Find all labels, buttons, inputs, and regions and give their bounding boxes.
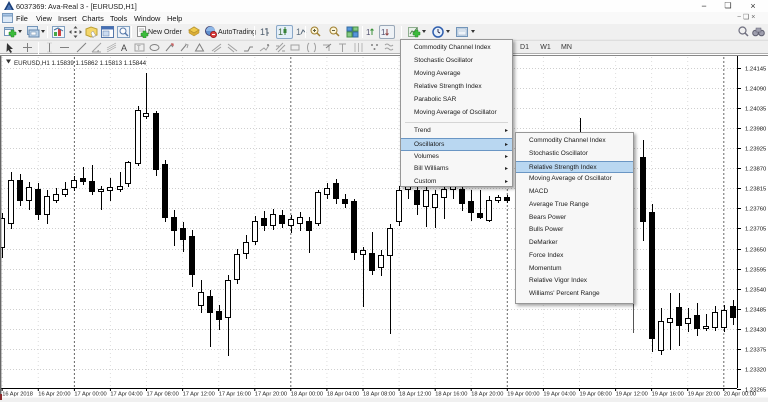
svg-text:1.23815: 1.23815 bbox=[745, 187, 767, 193]
svg-text:17 Apr 04:00: 17 Apr 04:00 bbox=[110, 391, 142, 397]
svg-text:18 Apr 04:00: 18 Apr 04:00 bbox=[327, 391, 359, 397]
svg-text:19 Apr 20:00: 19 Apr 20:00 bbox=[688, 391, 720, 397]
svg-text:1.23760: 1.23760 bbox=[745, 207, 767, 213]
svg-text:1.23705: 1.23705 bbox=[745, 227, 767, 233]
svg-text:1.23595: 1.23595 bbox=[745, 268, 767, 274]
svg-text:20 Apr 00:00: 20 Apr 00:00 bbox=[724, 391, 756, 397]
svg-text:17 Apr 00:00: 17 Apr 00:00 bbox=[74, 391, 106, 397]
svg-text:1.23870: 1.23870 bbox=[745, 167, 767, 173]
svg-text:T: T bbox=[137, 46, 141, 52]
svg-text:1: 1 bbox=[278, 27, 283, 37]
svg-text:19 Apr 04:00: 19 Apr 04:00 bbox=[543, 391, 575, 397]
svg-text:1.24035: 1.24035 bbox=[745, 107, 767, 113]
svg-text:1: 1 bbox=[366, 28, 371, 37]
svg-text:1.23320: 1.23320 bbox=[745, 368, 767, 374]
svg-text:1.24145: 1.24145 bbox=[745, 67, 767, 73]
svg-text:1.23485: 1.23485 bbox=[745, 308, 767, 314]
svg-text:1: 1 bbox=[260, 27, 265, 37]
svg-text:18 Apr 08:00: 18 Apr 08:00 bbox=[363, 391, 395, 397]
svg-text:18 Apr 12:00: 18 Apr 12:00 bbox=[399, 391, 431, 397]
svg-text:1: 1 bbox=[296, 27, 301, 37]
svg-text:A: A bbox=[121, 43, 127, 53]
svg-text:1.23540: 1.23540 bbox=[745, 288, 767, 294]
svg-text:18 Apr 16:00: 18 Apr 16:00 bbox=[435, 391, 467, 397]
svg-text:17 Apr 08:00: 17 Apr 08:00 bbox=[147, 391, 179, 397]
svg-text:18 Apr 00:00: 18 Apr 00:00 bbox=[291, 391, 323, 397]
svg-text:1.23375: 1.23375 bbox=[745, 348, 767, 354]
svg-text:1.23925: 1.23925 bbox=[745, 147, 767, 153]
svg-text:17 Apr 16:00: 17 Apr 16:00 bbox=[219, 391, 251, 397]
svg-text:17 Apr 20:00: 17 Apr 20:00 bbox=[255, 391, 287, 397]
svg-text:19 Apr 00:00: 19 Apr 00:00 bbox=[507, 391, 539, 397]
svg-text:19 Apr 16:00: 19 Apr 16:00 bbox=[652, 391, 684, 397]
svg-text:1.23430: 1.23430 bbox=[745, 328, 767, 334]
svg-text:18 Apr 20:00: 18 Apr 20:00 bbox=[471, 391, 503, 397]
svg-text:EURUSD,H1 1.15839 1.15862 1.15: EURUSD,H1 1.15839 1.15862 1.15813 1.1584… bbox=[14, 60, 147, 67]
svg-text:17 Apr 12:00: 17 Apr 12:00 bbox=[183, 391, 215, 397]
svg-text:1.23650: 1.23650 bbox=[745, 248, 767, 254]
svg-text:19 Apr 12:00: 19 Apr 12:00 bbox=[616, 391, 648, 397]
svg-text:19 Apr 08:00: 19 Apr 08:00 bbox=[580, 391, 612, 397]
svg-text:16 Apr 2018: 16 Apr 2018 bbox=[2, 391, 33, 397]
svg-text:1.23980: 1.23980 bbox=[745, 127, 767, 133]
svg-text:1: 1 bbox=[381, 28, 386, 37]
svg-text:16 Apr 20:00: 16 Apr 20:00 bbox=[38, 391, 70, 397]
svg-text:1.24090: 1.24090 bbox=[745, 87, 767, 93]
